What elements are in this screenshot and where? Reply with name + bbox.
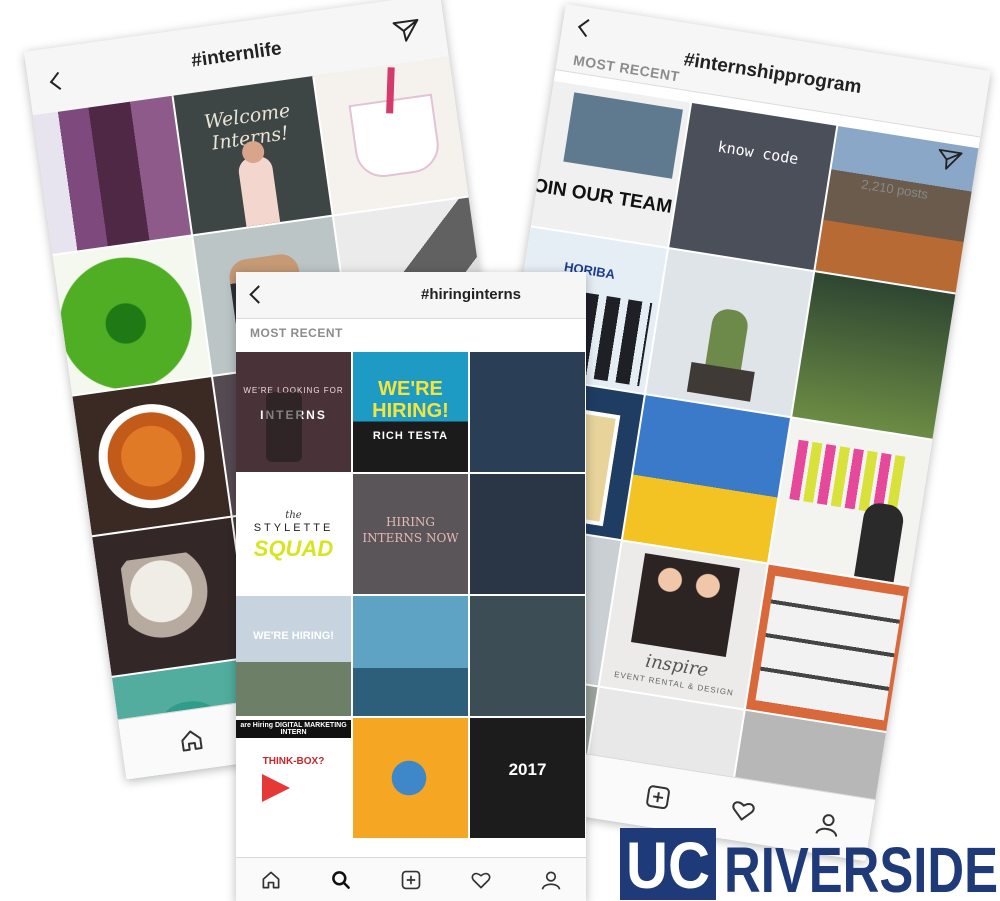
- two-women-photo: [630, 553, 740, 658]
- post-thumb[interactable]: [52, 236, 211, 395]
- paper-plane: [262, 774, 290, 802]
- join-team-text: OIN OUR TEAM: [531, 175, 674, 218]
- post-thumb[interactable]: inspire EVENT RENTAL & DESIGN: [599, 541, 767, 709]
- squad-text: SQUAD: [253, 536, 334, 561]
- add-post-icon[interactable]: [398, 867, 424, 893]
- know-code-text: know code: [716, 137, 800, 169]
- phone-hiringinterns: #hiringinterns MOST RECENT WE'RE LOOKING…: [236, 272, 586, 901]
- post-thumb[interactable]: [353, 596, 468, 716]
- were-hiring-text: WE'RE HIRING!: [372, 378, 449, 422]
- collage: #internlife Welcome Interns! #internship…: [0, 0, 1000, 901]
- profile-icon[interactable]: [538, 867, 564, 893]
- post-grid: WE'RE LOOKING FOR INTERNS WE'RE HIRING! …: [236, 352, 586, 838]
- section-label: MOST RECENT: [250, 326, 343, 340]
- post-thumb[interactable]: WE'RE HIRING! RICH TESTA: [353, 352, 468, 472]
- post-thumb[interactable]: OIN OUR TEAM: [523, 79, 691, 247]
- stylette-text: STYLETTE: [253, 522, 334, 534]
- post-thumb[interactable]: Welcome Interns!: [173, 76, 332, 235]
- uc-riverside-logo: UC RIVERSIDE: [620, 828, 998, 900]
- person-figure: [854, 501, 906, 583]
- digital-marketing-text: are Hiring DIGITAL MARKETING INTERN: [236, 720, 351, 738]
- home-icon[interactable]: [258, 867, 284, 893]
- post-thumb[interactable]: the STYLETTE SQUAD: [236, 474, 351, 594]
- post-thumb[interactable]: [470, 352, 585, 472]
- frozen-yogurt-cup: [348, 93, 443, 181]
- post-thumb[interactable]: [470, 474, 585, 594]
- home-icon[interactable]: [177, 726, 206, 755]
- logo-riverside-text: RIVERSIDE: [724, 834, 998, 900]
- header-bar: #hiringinterns: [236, 272, 586, 319]
- photo-collage: [755, 575, 904, 721]
- logo-uc-text: UC: [626, 828, 710, 900]
- screen-title: #hiringinterns: [420, 286, 521, 303]
- year-text: 2017: [508, 760, 547, 779]
- post-thumb[interactable]: [314, 56, 473, 215]
- post-thumb[interactable]: HIRING INTERNS NOW: [353, 474, 468, 594]
- post-thumb[interactable]: [745, 564, 913, 732]
- post-thumb[interactable]: [353, 718, 468, 838]
- post-thumb[interactable]: are Hiring DIGITAL MARKETING INTERN THIN…: [236, 718, 351, 838]
- post-thumb[interactable]: [769, 418, 937, 586]
- noodle-bowl: [90, 397, 213, 516]
- post-thumb[interactable]: WE'RE HIRING!: [236, 596, 351, 716]
- post-thumb[interactable]: [72, 377, 231, 536]
- think-box-text: THINK-BOX?: [262, 756, 325, 767]
- laptop-photo: [563, 92, 683, 179]
- were-hiring-small-text: WE'RE HIRING!: [253, 630, 334, 642]
- post-thumb[interactable]: 2017: [470, 718, 585, 838]
- send-icon[interactable]: [935, 146, 964, 174]
- post-thumb[interactable]: WE'RE LOOKING FOR INTERNS: [236, 352, 351, 472]
- post-thumb[interactable]: [32, 95, 192, 255]
- person-figure: [237, 154, 281, 227]
- pot: [686, 362, 755, 402]
- hiring-interns-text: HIRING INTERNS NOW: [362, 515, 459, 545]
- send-icon[interactable]: [391, 17, 422, 45]
- heart-icon[interactable]: [728, 796, 758, 826]
- the-text: the: [285, 510, 302, 521]
- post-thumb[interactable]: know code: [669, 102, 837, 270]
- post-thumb[interactable]: [792, 272, 960, 440]
- rich-testa-text: RICH TESTA: [372, 430, 449, 442]
- back-arrow-icon[interactable]: [249, 285, 268, 304]
- post-thumb[interactable]: [646, 249, 814, 417]
- post-thumb[interactable]: [470, 596, 585, 716]
- bottom-nav: [236, 857, 586, 901]
- post-thumb[interactable]: [622, 395, 790, 563]
- phone-in-hand: [266, 392, 302, 462]
- dog-photo: [119, 548, 224, 649]
- search-icon[interactable]: [328, 867, 354, 893]
- post-thumb[interactable]: [92, 517, 251, 676]
- heart-icon[interactable]: [468, 867, 494, 893]
- social-icons: [369, 738, 449, 818]
- cactus: [705, 306, 750, 372]
- add-post-icon[interactable]: [643, 782, 673, 812]
